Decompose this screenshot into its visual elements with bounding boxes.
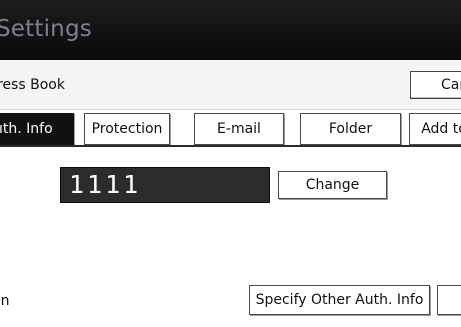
- subheader-bar: [0, 60, 461, 110]
- tab-folder[interactable]: Folder: [300, 113, 401, 145]
- cancel-button[interactable]: Car: [410, 71, 461, 99]
- next-option-button[interactable]: [437, 285, 461, 315]
- tab-add-to[interactable]: Add to: [409, 113, 461, 145]
- page-title: Settings: [0, 16, 92, 42]
- user-code-display: 1111: [60, 167, 270, 203]
- tab-auth-info[interactable]: ıth. Info: [0, 113, 74, 145]
- specify-other-auth-info-button[interactable]: Specify Other Auth. Info: [249, 285, 430, 315]
- section-label: on: [0, 293, 10, 309]
- tab-email[interactable]: E-mail: [194, 113, 284, 145]
- tab-divider: [0, 145, 461, 147]
- title-bar: Settings: [0, 0, 461, 60]
- change-button[interactable]: Change: [278, 171, 387, 199]
- tab-protection[interactable]: Protection: [84, 113, 170, 145]
- subheader-label: ress Book: [0, 77, 65, 93]
